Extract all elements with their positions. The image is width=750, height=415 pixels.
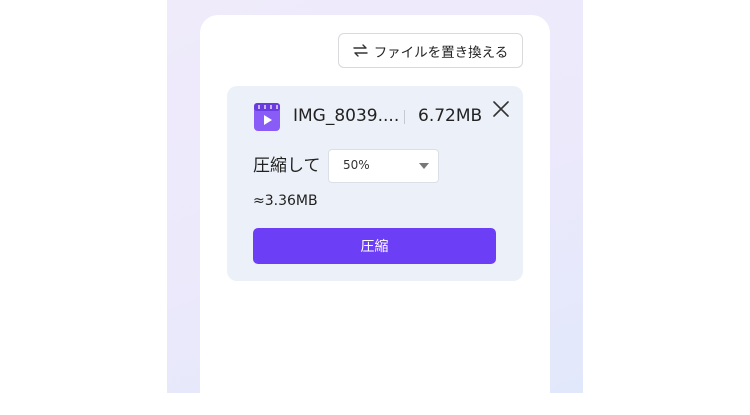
- file-name: IMG_8039....: [293, 106, 400, 126]
- file-size: 6.72MB: [418, 106, 483, 126]
- file-card: IMG_8039.... 6.72MB 圧縮して 50% ≈3.36MB 圧縮: [227, 86, 523, 281]
- replace-file-label: ファイルを置き換える: [373, 44, 509, 61]
- compress-button[interactable]: 圧縮: [253, 228, 496, 264]
- video-file-icon: [254, 103, 280, 131]
- estimated-size: ≈3.36MB: [253, 193, 318, 209]
- select-value: 50%: [343, 158, 370, 172]
- compression-ratio-select[interactable]: 50%: [328, 149, 439, 183]
- compress-button-label: 圧縮: [360, 239, 389, 255]
- divider: [404, 110, 405, 124]
- swap-icon: [352, 44, 368, 57]
- close-icon[interactable]: [491, 99, 511, 119]
- compress-to-label: 圧縮して: [253, 156, 321, 176]
- replace-file-button[interactable]: ファイルを置き換える: [338, 33, 523, 68]
- caret-down-icon: [419, 163, 429, 169]
